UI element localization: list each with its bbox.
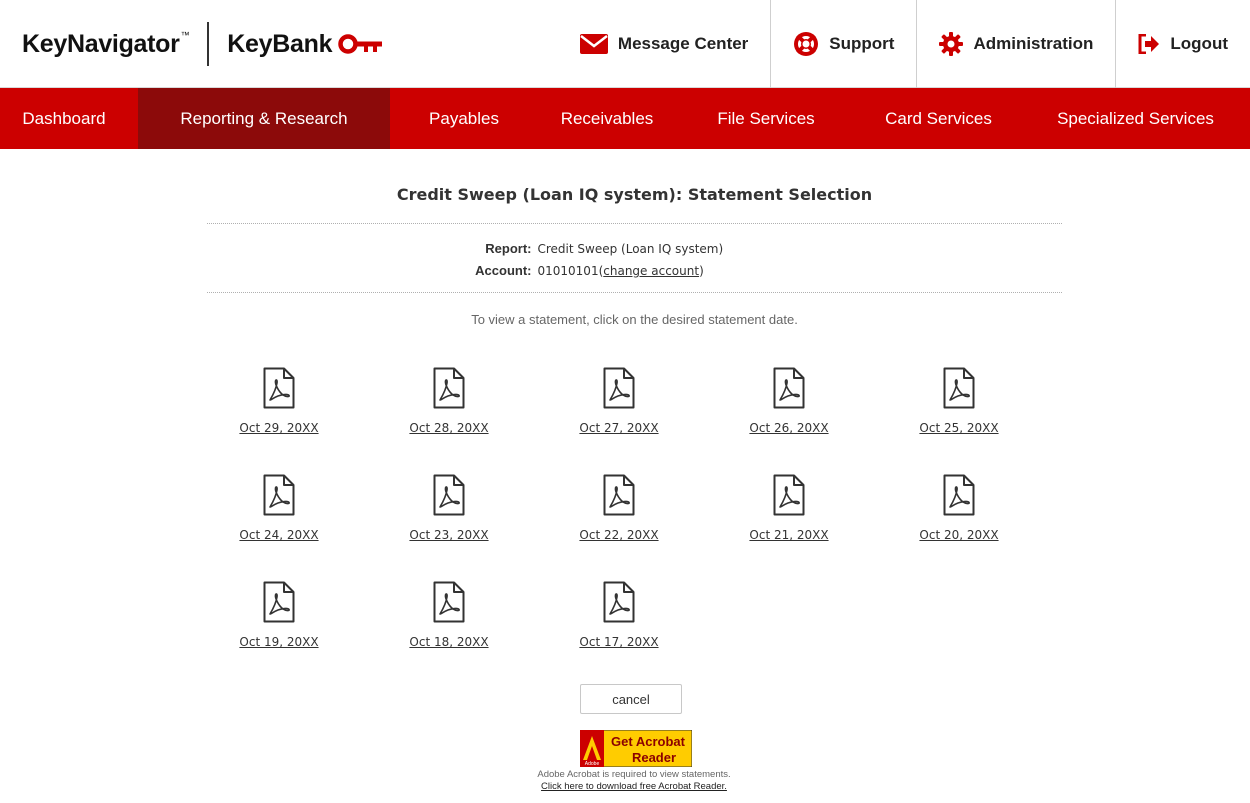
statement-item[interactable]: Oct 23, 20XX <box>389 474 509 542</box>
statement-item[interactable]: Oct 18, 20XX <box>389 581 509 649</box>
statement-selection-panel: Credit Sweep (Loan IQ system): Statement… <box>207 149 1062 792</box>
statement-item[interactable]: Oct 19, 20XX <box>219 581 339 649</box>
logout-link[interactable]: Logout <box>1115 0 1250 88</box>
statement-item[interactable]: Oct 27, 20XX <box>559 367 679 435</box>
statement-date-link[interactable]: Oct 25, 20XX <box>899 421 1019 435</box>
pdf-file-icon[interactable] <box>433 474 465 516</box>
pdf-file-icon[interactable] <box>603 581 635 623</box>
nav-reporting-research[interactable]: Reporting & Research <box>138 88 390 149</box>
report-info: Report: Credit Sweep (Loan IQ system) Ac… <box>207 224 1062 292</box>
keynavigator-logo[interactable]: KeyNavigator™ <box>22 29 190 59</box>
statement-date-link[interactable]: Oct 20, 20XX <box>899 528 1019 542</box>
logout-label: Logout <box>1170 34 1228 53</box>
pdf-file-icon[interactable] <box>603 367 635 409</box>
pdf-file-icon[interactable] <box>773 474 805 516</box>
report-row: Report: Credit Sweep (Loan IQ system) <box>207 238 1062 260</box>
nav-specialized-services[interactable]: Specialized Services <box>1021 88 1250 149</box>
statement-item[interactable]: Oct 29, 20XX <box>219 367 339 435</box>
statement-date-link[interactable]: Oct 23, 20XX <box>389 528 509 542</box>
statement-item[interactable]: Oct 28, 20XX <box>389 367 509 435</box>
pdf-file-icon[interactable] <box>943 474 975 516</box>
statement-item[interactable]: Oct 20, 20XX <box>899 474 1019 542</box>
account-label: Account: <box>475 263 532 278</box>
account-value-group: 01010101(change account) <box>537 264 704 278</box>
statement-date-link[interactable]: Oct 24, 20XX <box>219 528 339 542</box>
pdf-file-icon[interactable] <box>433 367 465 409</box>
app-name: KeyNavigator <box>22 29 180 58</box>
nav-card-services[interactable]: Card Services <box>856 88 1021 149</box>
report-label: Report: <box>485 241 532 256</box>
get-acrobat-reader-badge[interactable]: Adobe Get Acrobat Reader <box>580 730 692 767</box>
gear-icon <box>939 32 964 56</box>
statement-date-link[interactable]: Oct 19, 20XX <box>219 635 339 649</box>
pdf-file-icon[interactable] <box>263 581 295 623</box>
statement-date-link[interactable]: Oct 26, 20XX <box>729 421 849 435</box>
support-link[interactable]: Support <box>770 0 916 88</box>
pdf-file-icon[interactable] <box>603 474 635 516</box>
statement-item[interactable]: Oct 22, 20XX <box>559 474 679 542</box>
pdf-file-icon[interactable] <box>263 474 295 516</box>
account-row: Account: 01010101(change account) <box>207 260 1062 282</box>
statement-date-link[interactable]: Oct 22, 20XX <box>559 528 679 542</box>
pdf-file-icon[interactable] <box>433 581 465 623</box>
statement-item[interactable]: Oct 26, 20XX <box>729 367 849 435</box>
badge-line-1: Get Acrobat <box>611 734 686 749</box>
pdf-file-icon[interactable] <box>773 367 805 409</box>
message-center-label: Message Center <box>617 34 749 53</box>
badge-line-2: Reader <box>632 750 676 765</box>
adobe-wordmark: Adobe <box>585 761 600 767</box>
page-title: Credit Sweep (Loan IQ system): Statement… <box>396 185 873 204</box>
main-nav: Dashboard Reporting & Research Payables … <box>0 88 1250 149</box>
statement-item[interactable]: Oct 17, 20XX <box>559 581 679 649</box>
acrobat-download-link[interactable]: Click here to download free Acrobat Read… <box>434 781 834 792</box>
account-number: 01010101 <box>537 264 599 278</box>
utility-nav: Message Center Support Administration Lo… <box>558 0 1250 88</box>
top-header: KeyNavigator™ KeyBank Message Center Sup… <box>0 0 1250 88</box>
nav-dashboard[interactable]: Dashboard <box>0 88 128 149</box>
statement-item[interactable]: Oct 24, 20XX <box>219 474 339 542</box>
report-value: Credit Sweep (Loan IQ system) <box>537 242 724 256</box>
envelope-icon <box>579 34 608 54</box>
pdf-file-icon[interactable] <box>943 367 975 409</box>
nav-file-services[interactable]: File Services <box>676 88 856 149</box>
brand-area: KeyNavigator™ KeyBank <box>22 22 386 66</box>
logout-arrow-icon <box>1138 34 1160 54</box>
info-divider <box>207 292 1062 293</box>
cancel-button[interactable]: cancel <box>580 684 682 714</box>
statement-item[interactable]: Oct 21, 20XX <box>729 474 849 542</box>
bank-name: KeyBank <box>227 29 333 58</box>
keybank-logo[interactable]: KeyBank <box>227 30 386 59</box>
nav-receivables[interactable]: Receivables <box>538 88 676 149</box>
statement-date-link[interactable]: Oct 17, 20XX <box>559 635 679 649</box>
administration-link[interactable]: Administration <box>916 0 1115 88</box>
statement-date-link[interactable]: Oct 27, 20XX <box>559 421 679 435</box>
statement-date-link[interactable]: Oct 29, 20XX <box>219 421 339 435</box>
change-account-link[interactable]: change account <box>603 264 699 278</box>
statement-date-link[interactable]: Oct 18, 20XX <box>389 635 509 649</box>
lifebuoy-icon <box>793 31 819 57</box>
pdf-file-icon[interactable] <box>263 367 295 409</box>
administration-label: Administration <box>973 34 1094 53</box>
key-icon <box>338 34 383 54</box>
statement-date-link[interactable]: Oct 21, 20XX <box>729 528 849 542</box>
message-center-link[interactable]: Message Center <box>558 0 770 88</box>
statement-date-link[interactable]: Oct 28, 20XX <box>389 421 509 435</box>
acrobat-required-note: Adobe Acrobat is required to view statem… <box>537 769 731 780</box>
support-label: Support <box>829 34 895 53</box>
statement-item[interactable]: Oct 25, 20XX <box>899 367 1019 435</box>
brand-divider <box>207 22 210 66</box>
nav-payables[interactable]: Payables <box>390 88 538 149</box>
instructions-text: To view a statement, click on the desire… <box>471 312 798 327</box>
trademark-mark: ™ <box>180 29 190 40</box>
